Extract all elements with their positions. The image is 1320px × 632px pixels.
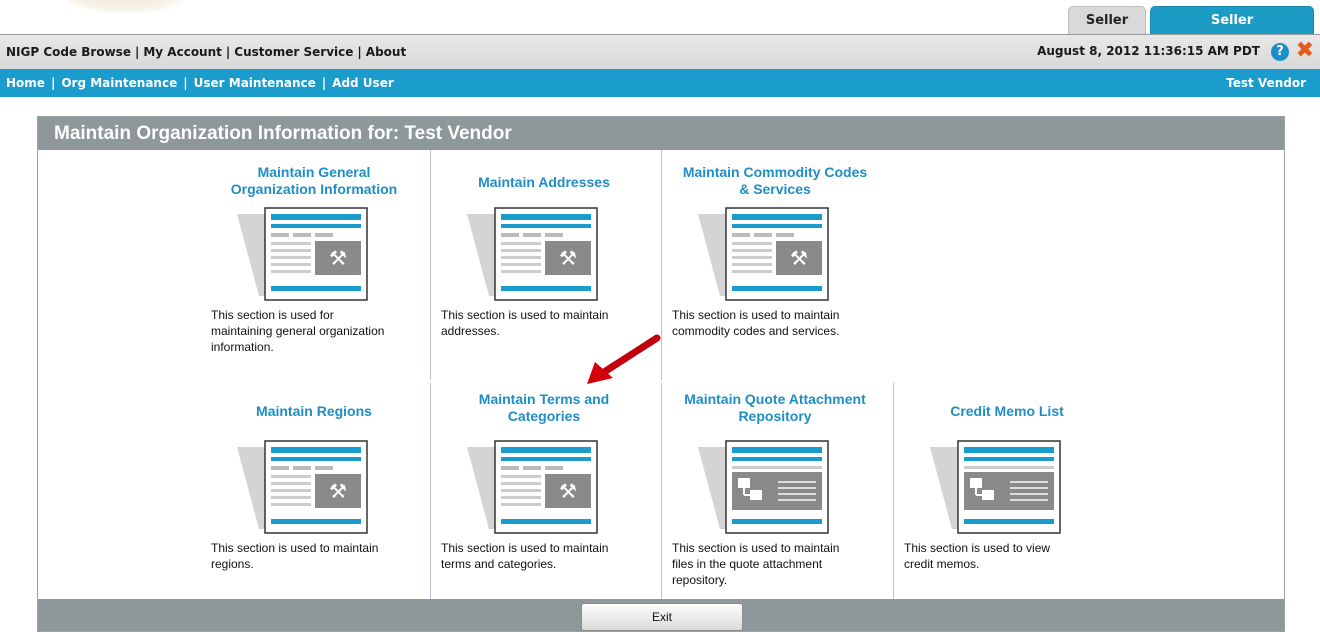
- panel-title: Maintain Organization Information for: T…: [38, 117, 1284, 150]
- section-title-line: Categories: [507, 408, 581, 424]
- customer-service-link[interactable]: Customer Service: [234, 45, 353, 59]
- section-title-line: Maintain Commodity Codes: [682, 164, 868, 180]
- svg-text:⚒: ⚒: [329, 479, 347, 503]
- section-regions: Maintain Regions ⚒ This section is used …: [201, 383, 431, 613]
- desc-line: maintaining general organization: [211, 324, 385, 338]
- nav-links: Home | Org Maintenance | User Maintenance | Ad…: [6, 69, 394, 97]
- logo: [60, 0, 190, 14]
- section-title[interactable]: Credit Memo List: [894, 403, 1120, 420]
- desc-line: This section is used to maintain: [441, 308, 609, 322]
- section-title-line: Repository: [738, 408, 812, 424]
- nav-add-user[interactable]: Add User: [332, 76, 394, 90]
- red-arrow-annotation: [587, 334, 661, 384]
- section-description: This section is used to maintain terms an…: [441, 540, 656, 572]
- tab-seller-administrator[interactable]: Seller Administrator: [1150, 6, 1314, 56]
- separator: |: [134, 45, 140, 59]
- separator: |: [225, 45, 231, 59]
- desc-line: commodity codes and services.: [672, 324, 840, 338]
- section-description: This section is used to maintain files in…: [672, 540, 887, 588]
- svg-text:⚒: ⚒: [559, 479, 577, 503]
- nav-org-maintenance[interactable]: Org Maintenance: [61, 76, 177, 90]
- utility-bar: NIGP Code Browse | My Account | Customer Ser…: [0, 34, 1320, 69]
- section-title-line: & Services: [739, 181, 811, 197]
- nav-user-maintenance[interactable]: User Maintenance: [194, 76, 316, 90]
- separator: |: [321, 76, 327, 90]
- separator: |: [50, 76, 56, 90]
- section-title-line: Organization Information: [230, 181, 398, 197]
- separator: |: [357, 45, 362, 59]
- section-description: This section is used to view credit memos…: [904, 540, 1119, 572]
- tools-page-icon[interactable]: ⚒: [229, 206, 369, 302]
- desc-line: addresses.: [441, 324, 500, 338]
- section-title[interactable]: Maintain Addresses: [431, 174, 657, 191]
- section-title-line: Credit Memo List: [950, 403, 1064, 419]
- tools-page-icon[interactable]: ⚒: [459, 206, 599, 302]
- files-page-icon[interactable]: [922, 439, 1062, 535]
- desc-line: This section is used to maintain: [211, 541, 379, 555]
- files-page-icon[interactable]: [690, 439, 830, 535]
- about-link[interactable]: About: [366, 45, 406, 59]
- separator: |: [183, 76, 188, 90]
- nav-home[interactable]: Home: [6, 76, 45, 90]
- section-terms-categories: Maintain Terms and Categories ⚒ This sect…: [430, 383, 661, 613]
- nigp-code-browse-link[interactable]: NIGP Code Browse: [6, 45, 131, 59]
- section-title-line: Maintain Terms and: [478, 391, 610, 407]
- desc-line: regions.: [211, 557, 254, 571]
- section-title[interactable]: Maintain Quote Attachment Repository: [662, 391, 888, 425]
- desc-line: information.: [211, 340, 274, 354]
- role-tabs: Seller Seller Administrator: [1068, 6, 1314, 56]
- section-title[interactable]: Maintain Terms and Categories: [431, 391, 657, 425]
- vendor-name: Test Vendor: [1226, 76, 1306, 90]
- tools-page-icon[interactable]: ⚒: [459, 439, 599, 535]
- desc-line: This section is used to maintain: [441, 541, 609, 555]
- desc-line: This section is used to maintain: [672, 308, 840, 322]
- desc-line: files in the quote attachment: [672, 557, 823, 571]
- my-account-link[interactable]: My Account: [143, 45, 222, 59]
- main-nav: Home | Org Maintenance | User Maintenance | Ad…: [0, 69, 1320, 97]
- utility-links: NIGP Code Browse | My Account | Customer Ser…: [6, 35, 406, 69]
- section-description: This section is used for maintaining gene…: [211, 307, 426, 355]
- section-credit-memo-list: Credit Memo List This section is used to…: [893, 383, 1124, 613]
- desc-line: This section is used to maintain: [672, 541, 840, 555]
- desc-line: credit memos.: [904, 557, 980, 571]
- section-title[interactable]: Maintain General Organization Information: [201, 164, 427, 198]
- close-icon[interactable]: ✖: [1296, 39, 1314, 63]
- section-title[interactable]: Maintain Regions: [201, 403, 427, 420]
- panel-footer: Exit: [38, 599, 1284, 631]
- section-title-line: Maintain Quote Attachment: [684, 391, 866, 407]
- section-title-line: Maintain General: [257, 164, 371, 180]
- desc-line: This section is used to view: [904, 541, 1051, 555]
- desc-line: terms and categories.: [441, 557, 557, 571]
- svg-text:⚒: ⚒: [329, 246, 347, 270]
- help-icon[interactable]: ?: [1271, 43, 1289, 61]
- datetime-display: August 8, 2012 11:36:15 AM PDT: [1037, 44, 1260, 58]
- svg-text:⚒: ⚒: [790, 246, 808, 270]
- section-commodity-codes: Maintain Commodity Codes & Services ⚒ Thi…: [661, 150, 892, 380]
- desc-line: This section is used for: [211, 308, 334, 322]
- section-description: This section is used to maintain commodit…: [672, 307, 887, 339]
- desc-line: repository.: [672, 573, 728, 587]
- section-general-info: Maintain General Organization Information…: [201, 150, 431, 380]
- tools-page-icon[interactable]: ⚒: [690, 206, 830, 302]
- section-quote-attachment: Maintain Quote Attachment Repository This…: [661, 383, 892, 613]
- tools-page-icon[interactable]: ⚒: [229, 439, 369, 535]
- section-title-line: Maintain Regions: [256, 403, 372, 419]
- section-description: This section is used to maintain regions.: [211, 540, 426, 572]
- tab-seller[interactable]: Seller: [1068, 6, 1146, 35]
- section-title[interactable]: Maintain Commodity Codes & Services: [662, 164, 888, 198]
- svg-text:⚒: ⚒: [559, 246, 577, 270]
- section-title-line: Maintain Addresses: [478, 174, 610, 190]
- exit-button[interactable]: Exit: [581, 603, 743, 631]
